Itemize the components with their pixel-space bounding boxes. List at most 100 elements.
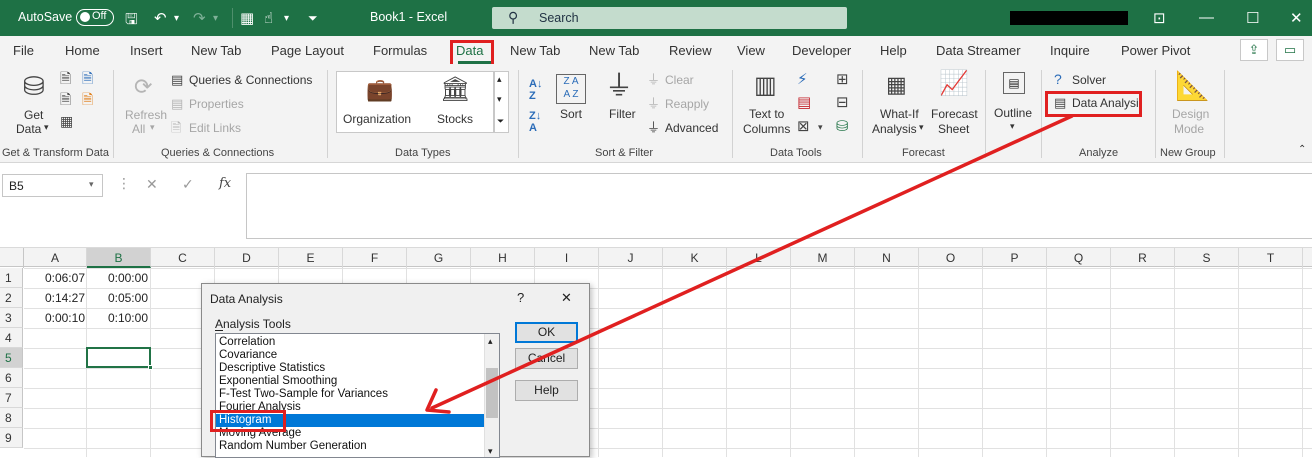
confirm-entry-icon[interactable]: ✓ <box>182 176 194 193</box>
undo-icon[interactable]: ↶ <box>154 9 167 27</box>
list-item-correlation[interactable]: Correlation <box>219 336 275 349</box>
design-mode-label[interactable]: Design <box>1172 107 1209 121</box>
data-validation-icon[interactable]: ⊠ <box>797 119 810 134</box>
what-if-dropdown-icon[interactable]: ▾ <box>919 122 924 133</box>
list-scrollbar[interactable]: ▴ ▾ <box>484 334 499 457</box>
row-header-8[interactable]: 8 <box>0 408 23 428</box>
row-header-4[interactable]: 4 <box>0 328 23 348</box>
properties-button[interactable]: Properties <box>189 97 244 111</box>
column-header-k[interactable]: K <box>663 248 727 268</box>
row-header-5[interactable]: 5 <box>0 348 23 368</box>
tab-page-layout[interactable]: Page Layout <box>271 43 344 58</box>
what-if-label-2[interactable]: Analysis <box>872 122 917 136</box>
tab-new-tab-2[interactable]: New Tab <box>510 43 560 58</box>
remove-duplicates-icon[interactable]: ▤ <box>797 95 811 110</box>
solver-button[interactable]: Solver <box>1072 73 1106 87</box>
ok-button[interactable]: OK <box>515 322 578 343</box>
tab-new-tab-3[interactable]: New Tab <box>589 43 639 58</box>
tab-view[interactable]: View <box>737 43 765 58</box>
tab-file[interactable]: File <box>13 43 34 58</box>
row-header-7[interactable]: 7 <box>0 388 23 408</box>
column-header-l[interactable]: L <box>727 248 791 268</box>
existing-connections-icon[interactable]: 🗎 <box>82 92 93 106</box>
collapse-ribbon-icon[interactable]: ⌃ <box>1298 144 1306 155</box>
column-header-j[interactable]: J <box>599 248 663 268</box>
what-if-label[interactable]: What-If <box>880 107 919 121</box>
row-header-2[interactable]: 2 <box>0 288 23 308</box>
column-header-a[interactable]: A <box>24 248 87 268</box>
tab-home[interactable]: Home <box>65 43 100 58</box>
customize-qat-icon[interactable]: ⏷ <box>308 11 318 26</box>
cell-b2[interactable]: 0:05:00 <box>88 291 148 305</box>
column-header-t[interactable]: T <box>1239 248 1303 268</box>
filter-button[interactable]: Filter <box>609 107 636 121</box>
refresh-all-label-2[interactable]: All <box>132 122 145 136</box>
tab-insert[interactable]: Insert <box>130 43 163 58</box>
minimize-icon[interactable]: — <box>1199 9 1214 26</box>
touch-mode-icon[interactable]: ☝ <box>264 9 273 27</box>
scroll-up-icon[interactable]: ▴ <box>497 74 502 85</box>
tab-data-streamer[interactable]: Data Streamer <box>936 43 1021 58</box>
recent-sources-icon[interactable]: 🗎 <box>82 71 93 85</box>
column-header-b[interactable]: B <box>87 248 151 268</box>
cell-b1[interactable]: 0:00:00 <box>88 271 148 285</box>
formula-input[interactable] <box>246 173 1312 239</box>
insert-function-icon[interactable]: fx <box>219 176 231 191</box>
column-header-o[interactable]: O <box>919 248 983 268</box>
column-header-s[interactable]: S <box>1175 248 1239 268</box>
gallery-more-icon[interactable]: ⏷ <box>497 116 504 127</box>
tab-inquire[interactable]: Inquire <box>1050 43 1090 58</box>
data-types-scroll[interactable]: ▴ ▾ ⏷ <box>494 71 509 133</box>
redo-icon[interactable]: ↷ <box>193 9 206 27</box>
data-validation-dropdown-icon[interactable]: ▾ <box>818 123 823 132</box>
list-scroll-thumb[interactable] <box>486 368 498 418</box>
fill-handle[interactable] <box>148 365 153 370</box>
row-header-1[interactable]: 1 <box>0 268 23 288</box>
column-header-d[interactable]: D <box>215 248 279 268</box>
from-table-icon[interactable]: ▦ <box>60 114 73 128</box>
scroll-down-icon[interactable]: ▾ <box>497 94 502 105</box>
column-header-p[interactable]: P <box>983 248 1047 268</box>
outline-button[interactable]: Outline <box>994 106 1032 120</box>
select-all-corner[interactable] <box>0 248 24 268</box>
clear-button[interactable]: Clear <box>665 73 694 87</box>
forecast-sheet-label-2[interactable]: Sheet <box>938 122 969 136</box>
active-cell-b5[interactable] <box>86 347 153 370</box>
queries-connections-button[interactable]: Queries & Connections <box>189 73 312 87</box>
list-item-f-test-two-sample-for-variances[interactable]: F-Test Two-Sample for Variances <box>219 388 388 401</box>
text-to-columns-label-2[interactable]: Columns <box>743 122 790 136</box>
row-header-3[interactable]: 3 <box>0 308 23 328</box>
cancel-button[interactable]: Cancel <box>515 348 578 369</box>
touch-dropdown-icon[interactable]: ▾ <box>284 13 289 24</box>
column-header-h[interactable]: H <box>471 248 535 268</box>
organization-button[interactable]: Organization <box>343 112 411 126</box>
sort-az-icon[interactable]: A↓ Z <box>529 78 542 102</box>
advanced-button[interactable]: Advanced <box>665 121 718 135</box>
row-header-6[interactable]: 6 <box>0 368 23 388</box>
tab-review[interactable]: Review <box>669 43 712 58</box>
column-header-r[interactable]: R <box>1111 248 1175 268</box>
get-data-label[interactable]: Get <box>24 108 43 122</box>
manage-data-model-icon[interactable]: ⛁ <box>836 119 849 134</box>
refresh-all-label[interactable]: Refresh <box>125 108 167 122</box>
column-header-n[interactable]: N <box>855 248 919 268</box>
undo-dropdown-icon[interactable]: ▾ <box>174 13 179 24</box>
comments-icon[interactable]: ▭ <box>1276 39 1304 61</box>
list-scroll-down-icon[interactable]: ▾ <box>488 446 493 457</box>
get-data-label-2[interactable]: Data <box>16 122 41 136</box>
design-mode-label-2[interactable]: Mode <box>1174 122 1204 136</box>
row-header-9[interactable]: 9 <box>0 428 23 448</box>
save-icon[interactable]: 🖫 <box>125 9 138 34</box>
cell-b3[interactable]: 0:10:00 <box>88 311 148 325</box>
column-header-g[interactable]: G <box>407 248 471 268</box>
cancel-entry-icon[interactable]: ✕ <box>146 176 158 193</box>
column-header-q[interactable]: Q <box>1047 248 1111 268</box>
dialog-close-icon[interactable]: ✕ <box>561 290 572 306</box>
refresh-dropdown-icon[interactable]: ▾ <box>150 122 155 133</box>
list-item-random-number-generation[interactable]: Random Number Generation <box>219 440 367 453</box>
flash-fill-icon[interactable]: ⚡ <box>797 72 808 87</box>
tab-help[interactable]: Help <box>880 43 907 58</box>
list-item-covariance[interactable]: Covariance <box>219 349 277 362</box>
column-header-c[interactable]: C <box>151 248 215 268</box>
search-box[interactable]: ⚲ Search <box>492 7 847 29</box>
